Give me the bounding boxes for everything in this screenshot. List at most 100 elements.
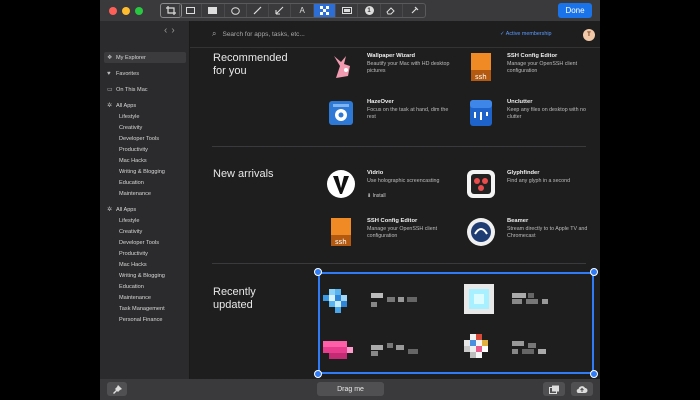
section-title-new-arrivals: New arrivals [213,168,274,180]
section-divider [212,263,586,264]
cloud-upload-icon [576,385,588,393]
membership-label: Active membership [505,31,552,37]
selection-rectangle[interactable] [318,272,594,374]
pin-button[interactable] [107,382,127,396]
sidebar-item-writing-blogging[interactable]: Writing & Blogging [100,166,190,177]
sidebar-item-lifestyle-2[interactable]: Lifestyle [100,215,190,226]
sidebar-item-developer-tools-2[interactable]: Developer Tools [100,237,190,248]
ellipse-tool[interactable] [225,4,247,17]
pencil-tool[interactable] [247,4,270,17]
sidebar-item-education[interactable]: Education [100,177,190,188]
pin-icon [112,384,122,394]
copy-icon [548,385,559,394]
gear-icon: ✲ [107,103,113,109]
membership-status[interactable]: ✓ Active membership [500,31,552,37]
app-card-vidrio[interactable]: Vidrio Use holographic screencasting ⬇ I… [326,169,456,205]
app-card-wallpaper-wizard[interactable]: Wallpaper Wizard Beautify your Mac with … [326,52,456,88]
sidebar-item-label: Favorites [116,70,140,77]
app-card-unclutter[interactable]: Unclutter Keep any files on desktop with… [466,98,596,134]
sidebar-item-productivity-2[interactable]: Productivity [100,248,190,259]
sidebar-list: ❖ My Explorer ♥ Favorites ▭ On This Mac ✲ Al… [100,52,190,325]
bottom-bar: Drag me [100,379,600,400]
copy-button[interactable] [543,382,565,396]
highlight-tool[interactable] [336,4,359,17]
resize-handle-bottom-left[interactable] [314,370,322,378]
search-icon: ⌕ [212,29,217,38]
nav-arrows: ‹› [164,25,179,36]
ellipse-icon [230,6,240,15]
rectangle-icon [186,7,196,14]
gear-icon: ✲ [107,207,113,213]
app-card-ssh-config-editor[interactable]: ssh SSH Config Editor Manage your OpenSS… [466,52,596,88]
sidebar-item-creativity-2[interactable]: Creativity [100,226,190,237]
pencil-icon [253,6,262,15]
sidebar-item-education-2[interactable]: Education [100,281,190,292]
sidebar-item-productivity[interactable]: Productivity [100,144,190,155]
app-card-ssh-config-editor-2[interactable]: ssh SSH Config Editor Manage your OpenSS… [326,217,456,253]
filled-rectangle-tool[interactable] [202,4,225,17]
sidebar-item-my-explorer[interactable]: ❖ My Explorer [104,52,186,63]
annotation-tools: A 1 [179,3,427,18]
drag-me-button[interactable]: Drag me [317,382,384,396]
arrow-icon [275,6,284,15]
color-tool[interactable] [403,4,425,17]
resize-handle-top-left[interactable] [314,268,322,276]
computer-icon: ▭ [107,87,113,93]
highlight-icon [341,7,352,14]
section-title-recently-updated: Recently updated [213,286,256,311]
resize-handle-top-right[interactable] [590,268,598,276]
bunny-icon [334,56,350,78]
heart-icon: ♥ [107,70,111,77]
resize-handle-bottom-right[interactable] [590,370,598,378]
app-card-hazeover[interactable]: HazeOver Focus on the task at hand, dim … [326,98,456,134]
app-card-glyphfinder[interactable]: Glyphfinder Find any glyph in a second [466,169,596,205]
sidebar-item-favorites[interactable]: ♥ Favorites [100,68,190,79]
sidebar-item-task-management[interactable]: Task Management [100,303,190,314]
text-tool[interactable]: A [291,4,314,17]
search-input[interactable] [222,30,373,38]
close-window-button[interactable] [109,6,117,15]
sidebar-item-label: My Explorer [116,54,146,61]
install-button[interactable]: ⬇ Install [367,193,386,199]
eraser-tool[interactable] [381,4,403,17]
zoom-window-button[interactable] [135,6,143,15]
glyphfinder-icon [467,170,495,198]
counter-tool[interactable]: 1 [358,4,381,17]
sidebar: ‹› ❖ My Explorer ♥ Favorites ▭ On This Mac … [100,21,190,379]
avatar[interactable]: T [583,29,595,41]
vidrio-icon [327,170,355,198]
sidebar-item-on-this-mac[interactable]: ▭ On This Mac [100,84,190,95]
sidebar-item-creativity[interactable]: Creativity [100,122,190,133]
section-title-recommended: Recommended for you [213,52,288,77]
window-controls [109,6,143,15]
ssh-file-icon: ssh [471,53,491,81]
arrow-tool[interactable] [269,4,292,17]
svg-text:ssh: ssh [475,73,487,81]
sidebar-item-lifestyle[interactable]: Lifestyle [100,111,190,122]
sidebar-item-mac-hacks-2[interactable]: Mac Hacks [100,259,190,270]
forward-chevron-icon[interactable]: › [171,25,178,36]
unclutter-icon [470,100,492,126]
counter-icon: 1 [364,6,374,15]
sidebar-item-mac-hacks[interactable]: Mac Hacks [100,155,190,166]
crop-icon [166,6,176,15]
eraser-icon [386,7,396,15]
sidebar-item-personal-finance[interactable]: Personal Finance [100,314,190,325]
sidebar-item-writing-blogging-2[interactable]: Writing & Blogging [100,270,190,281]
section-divider [212,146,586,147]
cloud-upload-button[interactable] [571,382,593,396]
app-card-beamer[interactable]: Beamer Stream directly to to Apple TV an… [466,217,596,253]
minimize-window-button[interactable] [122,6,130,15]
sidebar-item-all-apps-2[interactable]: ✲ All Apps [100,204,190,215]
sidebar-item-all-apps[interactable]: ✲ All Apps [100,100,190,111]
svg-text:ssh: ssh [335,238,347,246]
done-button[interactable]: Done [558,3,592,18]
sidebar-item-developer-tools[interactable]: Developer Tools [100,133,190,144]
rectangle-tool[interactable] [180,4,203,17]
sidebar-item-maintenance-2[interactable]: Maintenance [100,292,190,303]
sidebar-item-maintenance[interactable]: Maintenance [100,188,190,199]
ssh-file-icon: ssh [331,218,351,246]
pixelate-icon [319,6,329,15]
pixelate-tool[interactable] [313,4,337,17]
text-icon: A [299,6,305,15]
